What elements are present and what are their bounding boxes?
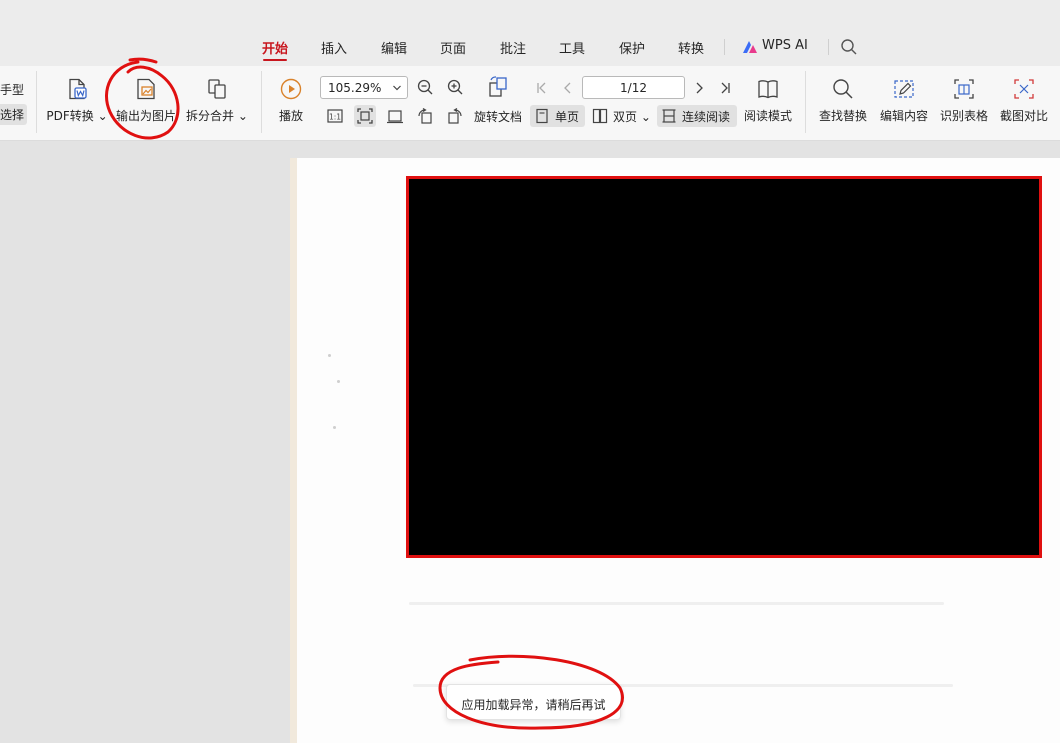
reading-mode-label: 阅读模式 (743, 109, 792, 123)
zoom-value: 105.29% (328, 81, 382, 95)
screenshot-compare-icon (1014, 79, 1034, 99)
play-label: 播放 (278, 109, 303, 123)
next-page-icon[interactable] (692, 81, 706, 95)
split-merge-label: 拆分合并 ⌄ (186, 109, 248, 123)
scan-speck (337, 380, 340, 383)
continuous-read-label: 连续阅读 (682, 110, 731, 124)
rotate-right-button[interactable] (444, 105, 466, 127)
tab-divider (724, 39, 725, 55)
tab-divider (828, 39, 829, 55)
export-image-button[interactable]: 输出为图片 (112, 66, 180, 141)
rotate-document-label: 旋转文档 (474, 110, 523, 124)
redacted-image-block (406, 176, 1042, 558)
reading-mode-icon (758, 80, 778, 99)
zoom-out-button[interactable] (414, 76, 436, 98)
export-image-label: 输出为图片 (115, 109, 176, 123)
find-replace-button[interactable]: 查找替换 (814, 66, 872, 141)
wps-ai-logo-icon (743, 41, 757, 53)
select-tool-button[interactable]: 选择 (0, 104, 28, 125)
last-page-icon[interactable] (718, 81, 732, 95)
ribbon-toolbar: 手型 选择 PDF转换 ⌄ 输出为图片 拆分合并 ⌄ 播放 1:1 旋转文档 单… (0, 66, 1060, 141)
edit-content-button[interactable]: 编辑内容 (875, 66, 933, 141)
rotate-right-icon (448, 107, 462, 124)
chevron-down-icon (393, 85, 401, 91)
rotate-document-label-button[interactable]: 旋转文档 (470, 105, 526, 127)
tab-wps-ai[interactable]: WPS AI (762, 38, 808, 53)
play-icon (280, 78, 302, 100)
fit-page-icon (357, 108, 373, 124)
edit-content-label: 编辑内容 (879, 109, 928, 123)
continuous-read-icon (662, 109, 676, 123)
rotate-document-icon (489, 76, 507, 97)
hand-tool-button[interactable]: 手型 (0, 81, 24, 98)
svg-text:1:1: 1:1 (329, 113, 341, 122)
recognize-table-label: 识别表格 (939, 109, 988, 123)
double-page-button[interactable]: 双页 ⌄ (588, 105, 652, 127)
actual-size-button[interactable]: 1:1 (324, 105, 346, 127)
zoom-in-button[interactable] (444, 76, 466, 98)
pdf-convert-button[interactable]: PDF转换 ⌄ (44, 66, 110, 141)
faint-text-line (409, 602, 944, 605)
tab-tools[interactable]: 工具 (559, 38, 585, 57)
find-replace-icon (833, 79, 853, 99)
tab-protect[interactable]: 保护 (619, 38, 645, 57)
actual-size-icon: 1:1 (327, 109, 343, 123)
zoom-select[interactable]: 105.29% (320, 76, 408, 99)
tab-convert[interactable]: 转换 (678, 38, 704, 57)
export-image-icon (137, 78, 155, 100)
edit-content-icon (894, 80, 914, 98)
pdf-to-word-icon (69, 78, 87, 100)
fit-page-button[interactable] (354, 105, 376, 127)
search-icon[interactable] (840, 38, 858, 56)
reading-mode-button[interactable]: 阅读模式 (740, 66, 796, 141)
ribbon-divider (261, 71, 262, 133)
double-page-label: 双页 ⌄ (613, 110, 651, 124)
split-merge-button[interactable]: 拆分合并 ⌄ (184, 66, 250, 141)
fit-width-button[interactable] (384, 105, 406, 127)
error-toast: 应用加载异常，请稍后再试 (446, 684, 621, 720)
continuous-read-button[interactable]: 连续阅读 (657, 105, 737, 127)
screenshot-compare-button[interactable]: 截图对比 (995, 66, 1053, 141)
scan-speck (328, 354, 331, 357)
single-page-label: 单页 (555, 110, 580, 124)
ribbon-divider (805, 71, 806, 133)
single-page-icon (536, 108, 548, 124)
menu-tab-bar: 开始 插入 编辑 页面 批注 工具 保护 转换 WPS AI (0, 0, 1060, 66)
rotate-left-button[interactable] (414, 105, 436, 127)
double-page-icon (592, 108, 608, 124)
first-page-icon[interactable] (535, 81, 549, 95)
pdf-convert-label: PDF转换 ⌄ (46, 109, 108, 123)
tab-edit[interactable]: 编辑 (381, 38, 407, 57)
page-number-input[interactable]: 1/12 (582, 76, 685, 99)
zoom-in-icon (447, 79, 463, 95)
recognize-table-icon (954, 79, 974, 99)
tab-page[interactable]: 页面 (440, 38, 466, 57)
previous-page-icon[interactable] (561, 81, 575, 95)
zoom-out-icon (417, 79, 433, 95)
split-merge-icon (208, 79, 226, 99)
screenshot-compare-label: 截图对比 (999, 109, 1048, 123)
rotate-left-icon (418, 107, 432, 124)
find-replace-label: 查找替换 (818, 109, 867, 123)
single-page-button[interactable]: 单页 (530, 105, 585, 127)
ribbon-divider (36, 71, 37, 133)
play-button[interactable]: 播放 (270, 66, 312, 141)
fit-width-icon (387, 110, 403, 124)
tab-start[interactable]: 开始 (262, 38, 288, 61)
scan-speck (333, 426, 336, 429)
tab-insert[interactable]: 插入 (321, 38, 347, 57)
recognize-table-button[interactable]: 识别表格 (935, 66, 993, 141)
tab-comment[interactable]: 批注 (500, 38, 526, 57)
